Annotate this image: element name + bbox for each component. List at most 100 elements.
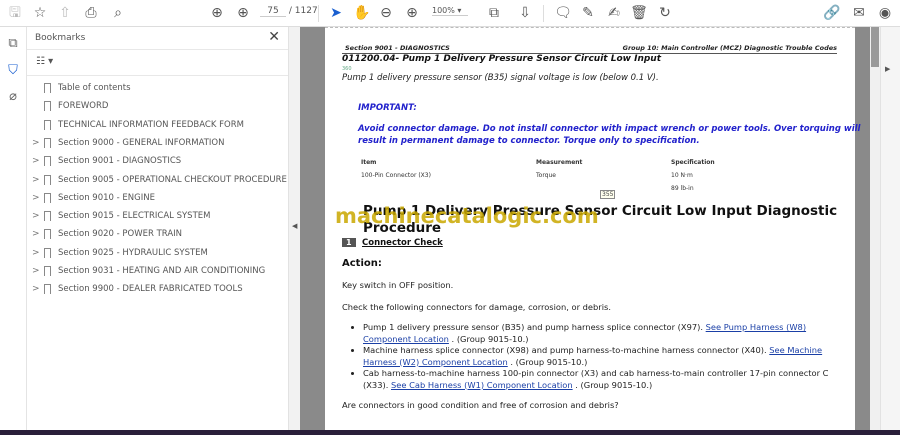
bullet-text: Machine harness splice connector (X98) a… <box>363 345 770 355</box>
scroll-mode-icon[interactable]: ⇩ <box>515 4 535 22</box>
list-item: Pump 1 delivery pressure sensor (B35) an… <box>363 322 845 345</box>
bookmark-label: Section 9001 - DIAGNOSTICS <box>58 156 182 167</box>
bookmark-item[interactable]: > Section 9020 - POWER TRAIN <box>27 225 288 243</box>
comment-icon[interactable]: 🗨 <box>553 4 573 22</box>
expand-chevron-icon[interactable]: > <box>32 244 40 262</box>
bookmark-label: Section 9010 - ENGINE <box>58 192 155 203</box>
zoom-in-icon[interactable]: ⊕ <box>402 4 422 22</box>
rotate-icon[interactable]: ↻ <box>655 4 675 22</box>
table-header: Measurement <box>536 159 583 166</box>
code-title: 011200.04- Pump 1 Delivery Pressure Sens… <box>342 54 661 64</box>
zoom-level-select[interactable]: 100% ▾ <box>432 6 468 16</box>
table-cell: Torque <box>536 172 556 179</box>
panel-title: Bookmarks <box>35 33 86 43</box>
email-icon[interactable]: ✉ <box>849 4 869 22</box>
bookmark-item[interactable]: > Section 9000 - GENERAL INFORMATION <box>27 134 288 152</box>
bullet-text: Pump 1 delivery pressure sensor (B35) an… <box>363 322 706 332</box>
description: Pump 1 delivery pressure sensor (B35) si… <box>342 73 659 83</box>
close-icon[interactable]: ✕ <box>268 29 280 45</box>
bookmark-label: Section 9015 - ELECTRICAL SYSTEM <box>58 211 211 222</box>
taskbar <box>0 430 900 435</box>
delete-icon[interactable]: 🗑 <box>629 4 649 22</box>
bookmark-icon <box>44 156 51 167</box>
bookmark-label: FOREWORD <box>58 101 109 112</box>
vertical-scrollbar[interactable] <box>870 27 880 430</box>
step-number: 1 <box>342 238 356 247</box>
bookmark-label: Section 9031 - HEATING AND AIR CONDITION… <box>58 266 266 276</box>
bookmark-icon <box>44 192 51 203</box>
page-fit-icon[interactable]: ⧉ <box>484 4 504 22</box>
expand-chevron-icon[interactable]: > <box>32 280 40 298</box>
bookmark-item[interactable]: > Section 9010 - ENGINE <box>27 189 288 207</box>
group-header: Group 10: Main Controller (MCZ) Diagnost… <box>622 44 837 52</box>
bookmark-label: Section 9005 - OPERATIONAL CHECKOUT PROC… <box>58 174 287 185</box>
attachment-icon[interactable]: ⌀ <box>5 89 21 105</box>
group-ref: . (Group 9015-10.) <box>572 379 653 390</box>
bookmark-item[interactable]: > Section 9015 - ELECTRICAL SYSTEM <box>27 207 288 225</box>
search-icon[interactable]: ⌕ <box>108 4 128 22</box>
bookmark-item[interactable]: > Section 9001 - DIAGNOSTICS <box>27 152 288 170</box>
bookmark-options-button[interactable]: ☷ ▾ <box>36 56 53 67</box>
list-item: Cab harness-to-machine harness 100-pin c… <box>363 368 845 391</box>
bookmarks-icon[interactable]: ⛉ <box>5 63 21 79</box>
expand-chevron-icon[interactable]: > <box>32 262 40 280</box>
expand-chevron-icon[interactable]: > <box>32 152 40 170</box>
panel-collapse-handle[interactable]: ◀ <box>288 27 300 435</box>
bookmark-icon <box>44 83 51 93</box>
paragraph: Check the following connectors for damag… <box>342 302 611 312</box>
hand-tool-icon[interactable]: ✋ <box>352 4 372 22</box>
page-number-input[interactable]: 75 <box>260 6 286 17</box>
print-icon[interactable]: ⎙ <box>81 4 101 22</box>
scrollbar-thumb[interactable] <box>871 27 879 67</box>
bookmark-item[interactable]: TECHNICAL INFORMATION FEEDBACK FORM <box>27 116 288 134</box>
bookmark-label: Section 9020 - POWER TRAIN <box>58 229 183 240</box>
action-label: Action: <box>342 258 382 269</box>
bookmarks-panel: Bookmarks ✕ ☷ ▾ Table of contents FOREWOR… <box>27 27 288 435</box>
page-total: / 1127 <box>288 6 318 16</box>
bookmark-item[interactable]: FOREWORD <box>27 97 288 115</box>
bookmark-icon <box>44 174 51 185</box>
bookmark-icon <box>44 266 51 276</box>
share-link-icon[interactable]: 🔗 <box>822 4 842 22</box>
paragraph: Key switch in OFF position. <box>342 280 454 290</box>
account-icon[interactable]: ◉ <box>875 4 895 22</box>
select-cursor-icon[interactable]: ➤ <box>326 4 346 22</box>
expand-right-icon: ▶ <box>885 65 891 73</box>
zoom-out-icon[interactable]: ⊖ <box>376 4 396 22</box>
previous-page-icon[interactable]: ⊕ <box>207 4 227 22</box>
signature-icon[interactable]: ✍ <box>604 4 624 22</box>
expand-chevron-icon[interactable]: > <box>32 225 40 243</box>
expand-chevron-icon[interactable]: > <box>32 189 40 207</box>
expand-chevron-icon[interactable]: > <box>32 134 40 152</box>
bookmark-icon <box>44 101 51 112</box>
important-label: IMPORTANT: <box>358 103 417 113</box>
pdf-page: Section 9001 - DIAGNOSTICS Group 10: Mai… <box>325 27 860 430</box>
step-title[interactable]: Connector Check <box>362 238 443 248</box>
bookmark-item[interactable]: Table of contents <box>27 79 288 97</box>
bookmark-item[interactable]: > Section 9900 - DEALER FABRICATED TOOLS <box>27 280 288 298</box>
table-cell: 100-Pin Connector (X3) <box>361 172 431 179</box>
collapse-left-icon: ◀ <box>292 222 298 230</box>
small-number: 360 <box>342 66 352 72</box>
expand-chevron-icon[interactable]: > <box>32 207 40 225</box>
bookmark-label: Section 9000 - GENERAL INFORMATION <box>58 137 225 148</box>
highlight-pen-icon[interactable]: ✎ <box>578 4 598 22</box>
table-cell: 89 lb-in <box>671 185 694 192</box>
bookmark-icon <box>44 137 51 148</box>
right-panel-toggle[interactable]: ▶ <box>880 27 900 430</box>
next-page-icon[interactable]: ⊕ <box>233 4 253 22</box>
save-icon[interactable]: 🖫 <box>5 4 25 22</box>
page-marker: 355 <box>600 190 616 199</box>
bookmark-label: Section 9900 - DEALER FABRICATED TOOLS <box>58 284 243 295</box>
bookmark-item[interactable]: > Section 9025 - HYDRAULIC SYSTEM <box>27 244 288 262</box>
table-header: Item <box>361 159 377 166</box>
bookmark-item[interactable]: > Section 9031 - HEATING AND AIR CONDITIO… <box>27 262 288 280</box>
component-location-link[interactable]: See Cab Harness (W1) Component Location <box>391 380 573 390</box>
bookmark-item[interactable]: > Section 9005 - OPERATIONAL CHECKOUT PRO… <box>27 171 288 189</box>
group-ref: . (Group 9015-10.) <box>507 356 588 367</box>
upload-cloud-icon[interactable]: ⇧ <box>55 4 75 22</box>
page-thumbnails-icon[interactable]: ⧉ <box>5 36 21 52</box>
expand-chevron-icon[interactable]: > <box>32 171 40 189</box>
bookmark-star-icon[interactable]: ☆ <box>30 4 50 22</box>
important-text-2: result in permanent damage to connector.… <box>358 136 700 146</box>
